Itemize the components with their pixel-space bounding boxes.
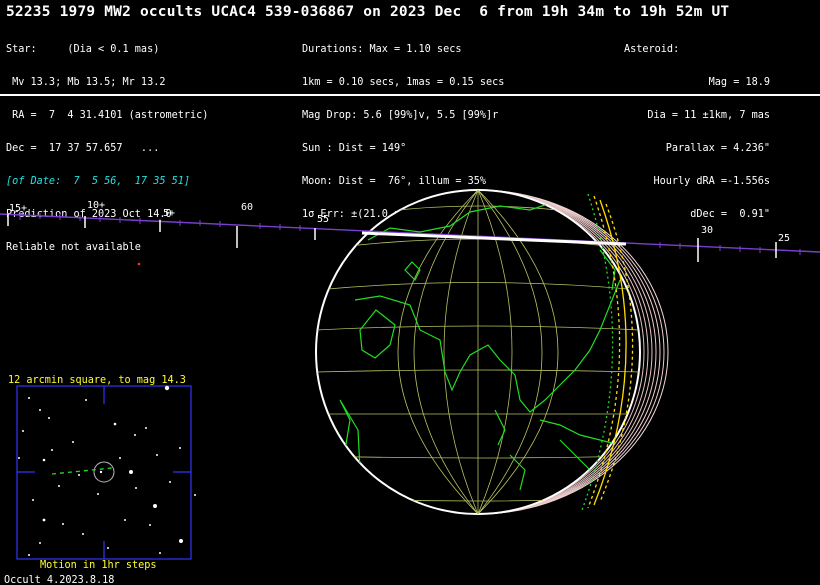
path-tick-label: 60 [241, 202, 253, 213]
finder-title: 12 arcmin square, to mag 14.3 [8, 375, 186, 386]
sub-star-point [137, 262, 141, 266]
finder-stars [18, 385, 196, 556]
path-tick-label: 5+ [163, 208, 175, 219]
finder-chart [16, 385, 196, 560]
path-tick-label: 55 [317, 214, 329, 225]
occultation-map: 52235 1979 MW2 occults UCAC4 539-036867 … [0, 0, 820, 585]
target-star-circle [93, 461, 115, 483]
map-canvas: 15+ 10+ 5+ 60 55 30 25 [0, 189, 820, 560]
finder-footer: Motion in 1hr steps [40, 560, 157, 571]
path-tick-label: 10+ [87, 200, 105, 211]
asteroid-motion-track [51, 467, 113, 475]
path-tick-label: 15+ [9, 203, 27, 214]
finder-crosshair-ticks [17, 386, 191, 559]
finder-frame [16, 385, 192, 560]
path-tick-label: 25 [778, 233, 790, 244]
path-tick-label: 30 [701, 225, 713, 236]
version-label: Occult 4.2023.8.18 [4, 575, 115, 585]
